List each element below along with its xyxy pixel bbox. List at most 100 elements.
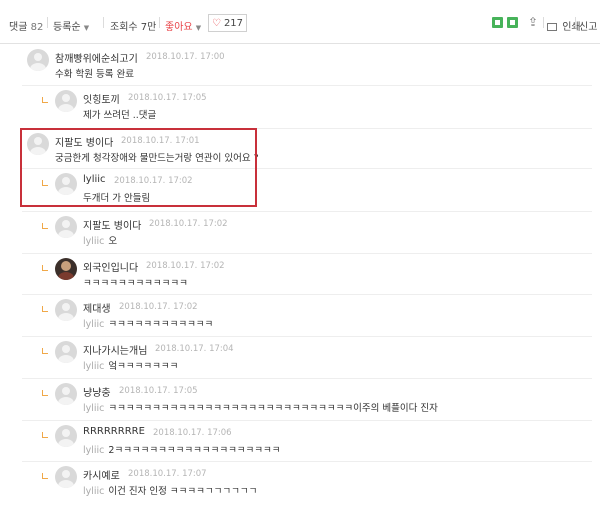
reply-comment: 카시예로 2018.10.17. 17:07 lyliic 이건 진자 인정 ㅋㅋㅋㅋ… xyxy=(0,465,600,505)
comment-separator xyxy=(22,378,592,379)
comment-text: 수화 학원 등록 완료 xyxy=(55,66,134,80)
comments-label: 댓글 xyxy=(9,22,28,33)
comment-separator xyxy=(22,461,592,462)
avatar[interactable] xyxy=(27,49,49,71)
red-highlight-box xyxy=(20,128,257,207)
avatar[interactable] xyxy=(55,383,77,405)
comment-author[interactable]: 제대생 xyxy=(83,300,111,315)
comment-separator xyxy=(22,211,592,212)
comment-date: 2018.10.17. 17:05 xyxy=(128,93,207,103)
mention-tag[interactable]: lyliic xyxy=(83,319,104,330)
print-icon xyxy=(547,23,557,31)
mention-tag[interactable]: lyliic xyxy=(83,445,104,456)
comment-author[interactable]: 참깨빵위에순쇠고기 xyxy=(55,50,138,65)
comment-date: 2018.10.17. 17:02 xyxy=(119,302,198,312)
comment-body: ㅋㅋㅋㅋㅋㅋㅋㅋㅋㅋㅋㅋㅋㅋㅋㅋㅋㅋㅋㅋㅋㅋㅋㅋㅋㅋㅋㅋ이주의 베플이다 진자 xyxy=(108,403,438,414)
comment-body: 수화 학원 등록 완료 xyxy=(55,69,134,80)
divider xyxy=(159,17,160,28)
mention-tag[interactable]: lyliic xyxy=(83,236,104,247)
reply-comment: 제대생 2018.10.17. 17:02 lyliic ㅋㅋㅋㅋㅋㅋㅋㅋㅋㅋㅋㅋ xyxy=(0,298,600,338)
comment-date: 2018.10.17. 17:04 xyxy=(155,344,234,354)
comment-text: 제가 쓰려던 ..댓글 xyxy=(83,107,156,121)
chevron-down-icon: ▼ xyxy=(195,24,202,32)
comment-text: lyliic 오 xyxy=(83,233,117,247)
avatar[interactable] xyxy=(55,299,77,321)
view-count: 조회수 7만 xyxy=(110,22,157,33)
chevron-down-icon: ▼ xyxy=(83,24,90,32)
comment-toolbar: 댓글 82 등록순 ▼ 조회수 7만 좋아요 ▼ ♡ 217 ⇪ 인쇄 신고 xyxy=(0,0,600,44)
comment-date: 2018.10.17. 17:02 xyxy=(149,219,228,229)
comment: 참깨빵위에순쇠고기 2018.10.17. 17:00 수화 학원 등록 완료 xyxy=(0,48,600,88)
avatar[interactable] xyxy=(55,216,77,238)
green-square-icon[interactable] xyxy=(507,17,518,28)
heart-icon: ♡ xyxy=(211,17,221,29)
comment-text: lyliic 엌ㅋㅋㅋㅋㅋㅋㅋ xyxy=(83,358,178,372)
avatar[interactable] xyxy=(55,90,77,112)
comment-author[interactable]: 냥냥충 xyxy=(83,384,111,399)
reply-arrow-icon xyxy=(42,223,48,229)
share-icon[interactable]: ⇪ xyxy=(528,15,538,29)
reply-comment: 외국인입니다 2018.10.17. 17:02 ㅋㅋㅋㅋㅋㅋㅋㅋㅋㅋㅋㅋ xyxy=(0,257,600,297)
comment-body: ㅋㅋㅋㅋㅋㅋㅋㅋㅋㅋㅋㅋ xyxy=(108,319,214,330)
comment-text: ㅋㅋㅋㅋㅋㅋㅋㅋㅋㅋㅋㅋ xyxy=(83,275,188,289)
divider xyxy=(575,17,576,28)
like-sort-label: 좋아요 xyxy=(165,22,193,33)
comment-separator xyxy=(22,420,592,421)
reply-comment: 지나가시는개님 2018.10.17. 17:04 lyliic 엌ㅋㅋㅋㅋㅋㅋㅋ xyxy=(0,340,600,380)
reply-arrow-icon xyxy=(42,97,48,103)
divider xyxy=(103,17,104,28)
mention-tag[interactable]: lyliic xyxy=(83,403,104,414)
report-button[interactable]: 신고 xyxy=(579,18,597,33)
bookmark-green-icon[interactable] xyxy=(492,17,503,28)
comment-text: lyliic 이건 진자 인정 ㅋㅋㅋㅋㄱㄱㄱㄱㄱㄱ xyxy=(83,483,257,497)
comment-text: lyliic ㅋㅋㅋㅋㅋㅋㅋㅋㅋㅋㅋㅋ xyxy=(83,316,213,330)
comment-date: 2018.10.17. 17:07 xyxy=(128,469,207,479)
print-label: 인쇄 xyxy=(562,22,581,33)
toolbar-divider xyxy=(0,43,600,44)
sort-dropdown[interactable]: 등록순 ▼ xyxy=(53,18,89,33)
comment-text: lyliic 2ㅋㅋㅋㅋㅋㅋㅋㅋㅋㅋㅋㅋㅋㅋㅋㅋㅋㅋㅋ xyxy=(83,442,281,456)
reply-comment: 지팔도 병이다 2018.10.17. 17:02 lyliic 오 xyxy=(0,215,600,255)
reply-comment: 냥냥충 2018.10.17. 17:05 lyliic ㅋㅋㅋㅋㅋㅋㅋㅋㅋㅋㅋㅋㅋㅋ… xyxy=(0,382,600,422)
comment-date: 2018.10.17. 17:05 xyxy=(119,386,198,396)
comment-separator xyxy=(22,85,592,86)
comments-number: 82 xyxy=(30,22,44,33)
sort-label: 등록순 xyxy=(53,22,81,33)
comment-text: lyliic ㅋㅋㅋㅋㅋㅋㅋㅋㅋㅋㅋㅋㅋㅋㅋㅋㅋㅋㅋㅋㅋㅋㅋㅋㅋㅋㅋㅋ이주의 베플… xyxy=(83,400,438,414)
avatar[interactable] xyxy=(55,466,77,488)
reply-arrow-icon xyxy=(42,306,48,312)
comment-separator xyxy=(22,336,592,337)
comment-body: 오 xyxy=(108,236,118,247)
comment-date: 2018.10.17. 17:06 xyxy=(153,428,232,438)
mention-tag[interactable]: lyliic xyxy=(83,486,104,497)
comment-body: 엌ㅋㅋㅋㅋㅋㅋㅋ xyxy=(108,361,179,372)
avatar[interactable] xyxy=(55,258,77,280)
reply-arrow-icon xyxy=(42,265,48,271)
like-button[interactable]: ♡ 217 xyxy=(208,14,247,32)
comment-separator xyxy=(22,294,592,295)
avatar[interactable] xyxy=(55,425,77,447)
comment-body: 이건 진자 인정 ㅋㅋㅋㅋㄱㄱㄱㄱㄱㄱ xyxy=(108,486,258,497)
comment-author[interactable]: 카시예로 xyxy=(83,467,120,482)
comment-author[interactable]: 지팔도 병이다 xyxy=(83,217,141,232)
comment-body: 2ㅋㅋㅋㅋㅋㅋㅋㅋㅋㅋㅋㅋㅋㅋㅋㅋㅋㅋㅋ xyxy=(108,445,281,456)
reply-arrow-icon xyxy=(42,348,48,354)
comment-author[interactable]: RRRRRRRRE xyxy=(83,426,145,437)
reply-comment: 잇힝토끼 2018.10.17. 17:05 제가 쓰려던 ..댓글 xyxy=(0,89,600,129)
reply-comment: RRRRRRRRE 2018.10.17. 17:06 lyliic 2ㅋㅋㅋㅋㅋㅋㅋ… xyxy=(0,424,600,464)
comment-author[interactable]: 잇힝토끼 xyxy=(83,91,120,106)
mention-tag[interactable]: lyliic xyxy=(83,361,104,372)
comment-body: 제가 쓰려던 ..댓글 xyxy=(83,110,157,121)
avatar[interactable] xyxy=(55,341,77,363)
divider xyxy=(47,17,48,28)
comment-date: 2018.10.17. 17:00 xyxy=(146,52,225,62)
reply-arrow-icon xyxy=(42,390,48,396)
divider xyxy=(543,17,544,28)
like-count: 217 xyxy=(223,17,244,29)
comment-separator xyxy=(22,253,592,254)
comment-author[interactable]: 외국인입니다 xyxy=(83,259,138,274)
comment-date: 2018.10.17. 17:02 xyxy=(146,261,225,271)
comment-author[interactable]: 지나가시는개님 xyxy=(83,342,147,357)
like-sort-dropdown[interactable]: 좋아요 ▼ xyxy=(165,18,201,33)
comments-count: 댓글 82 xyxy=(9,18,43,33)
